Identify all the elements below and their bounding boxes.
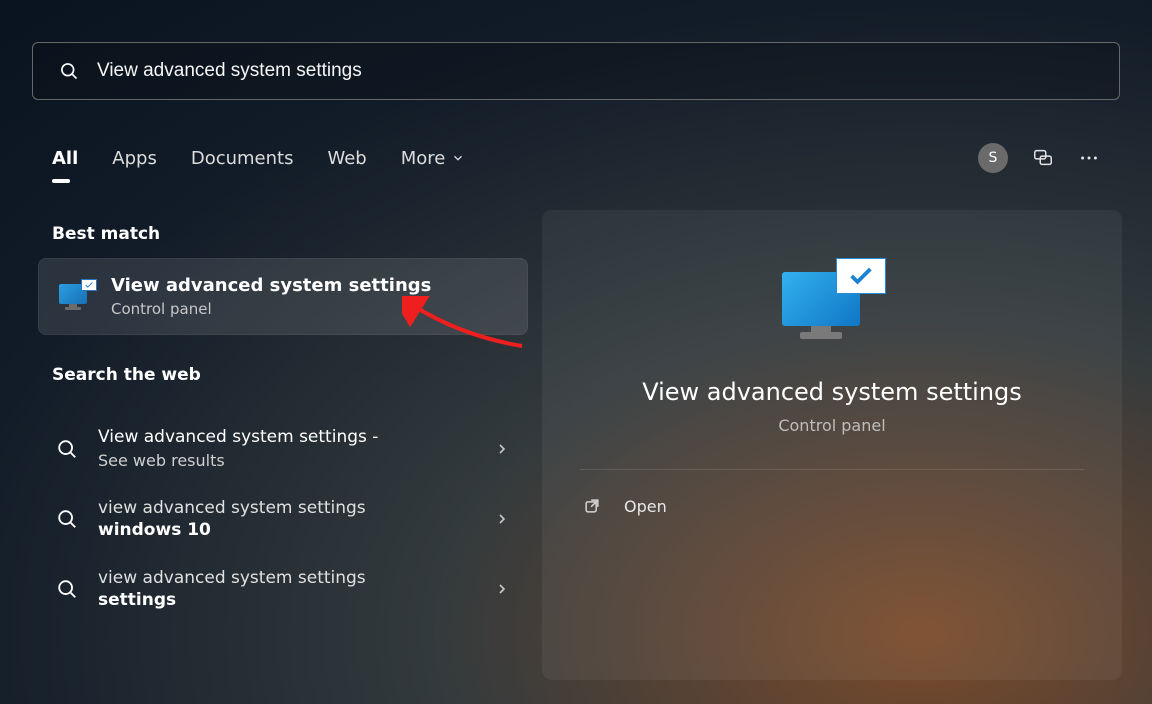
system-settings-icon	[59, 280, 95, 314]
preview-subtitle: Control panel	[778, 416, 885, 435]
preview-panel: View advanced system settings Control pa…	[542, 210, 1122, 680]
search-bar[interactable]	[32, 42, 1120, 100]
search-web-header: Search the web	[52, 365, 528, 385]
best-match-title: View advanced system settings	[111, 275, 431, 296]
web-result-title: view advanced system settings	[98, 568, 474, 588]
chevron-down-icon	[451, 151, 465, 165]
tab-more-label: More	[401, 148, 446, 169]
search-input[interactable]	[97, 60, 1093, 82]
open-label: Open	[624, 497, 667, 516]
search-icon	[56, 578, 78, 600]
web-result[interactable]: view advanced system settings windows 10	[38, 484, 528, 554]
web-result[interactable]: view advanced system settings settings	[38, 554, 528, 624]
search-icon	[56, 508, 78, 530]
search-icon	[59, 61, 79, 81]
tab-more[interactable]: More	[401, 148, 466, 169]
chat-icon[interactable]	[1032, 147, 1054, 169]
filter-tabs: All Apps Documents Web More S	[52, 138, 1100, 178]
web-result-bold: windows 10	[98, 520, 474, 540]
header-actions: S	[978, 143, 1100, 173]
web-result-title: View advanced system settings -	[98, 427, 474, 447]
web-result-title: view advanced system settings	[98, 498, 474, 518]
web-result-bold: settings	[98, 590, 474, 610]
chevron-right-icon	[494, 511, 510, 527]
chevron-right-icon	[494, 441, 510, 457]
web-result-subtitle: See web results	[98, 451, 474, 470]
tab-documents[interactable]: Documents	[191, 148, 294, 169]
search-icon	[56, 438, 78, 460]
preview-title: View advanced system settings	[642, 378, 1022, 406]
open-button[interactable]: Open	[582, 496, 667, 516]
more-icon[interactable]	[1078, 147, 1100, 169]
tab-all[interactable]: All	[52, 148, 78, 169]
web-result[interactable]: View advanced system settings - See web …	[38, 413, 528, 484]
best-match-result[interactable]: View advanced system settings Control pa…	[38, 258, 528, 335]
tab-apps[interactable]: Apps	[112, 148, 157, 169]
best-match-header: Best match	[52, 224, 528, 244]
best-match-subtitle: Control panel	[111, 300, 431, 318]
tab-web[interactable]: Web	[327, 148, 366, 169]
chevron-right-icon	[494, 581, 510, 597]
divider	[580, 469, 1084, 470]
avatar[interactable]: S	[978, 143, 1008, 173]
open-icon	[582, 496, 602, 516]
system-settings-icon-large	[782, 258, 882, 344]
